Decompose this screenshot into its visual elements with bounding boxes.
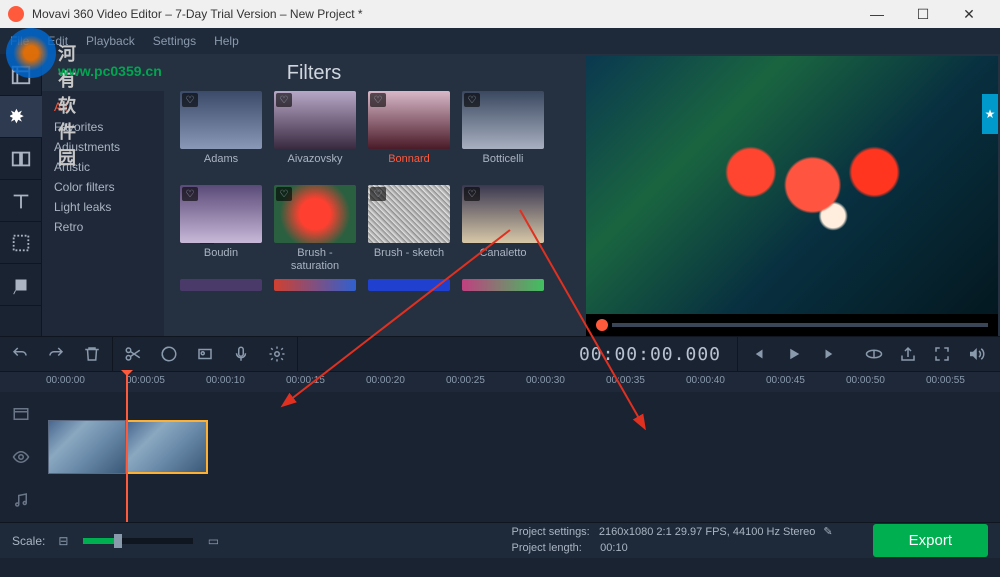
filter-partial[interactable] bbox=[462, 279, 544, 291]
cat-retro[interactable]: Retro bbox=[42, 217, 164, 237]
track-video-icon[interactable] bbox=[0, 392, 42, 435]
heart-icon[interactable]: ♡ bbox=[464, 93, 480, 107]
scale-slider[interactable] bbox=[83, 538, 193, 544]
filter-boudin[interactable]: ♡Boudin bbox=[180, 185, 262, 273]
filter-brush-sketch[interactable]: ♡Brush - sketch bbox=[368, 185, 450, 273]
record-button[interactable] bbox=[229, 342, 253, 366]
fullscreen-button[interactable] bbox=[930, 342, 954, 366]
filter-brush-sat[interactable]: ♡Brush - saturation bbox=[274, 185, 356, 273]
minimize-button[interactable]: — bbox=[854, 0, 900, 28]
properties-button[interactable] bbox=[265, 342, 289, 366]
filter-canaletto[interactable]: ♡Canaletto bbox=[462, 185, 544, 273]
delete-button[interactable] bbox=[80, 342, 104, 366]
filter-bonnard[interactable]: ♡Bonnard bbox=[368, 91, 450, 179]
star-badge[interactable]: ★ bbox=[982, 94, 998, 134]
maximize-button[interactable]: ☐ bbox=[900, 0, 946, 28]
redo-button[interactable] bbox=[44, 342, 68, 366]
project-info: Project settings: 2160x1080 2:1 29.97 FP… bbox=[511, 525, 832, 556]
tool-transitions[interactable] bbox=[0, 138, 42, 180]
menu-help[interactable]: Help bbox=[214, 34, 239, 48]
360-button[interactable] bbox=[862, 342, 886, 366]
preview-panel: ★ bbox=[586, 56, 998, 336]
tool-stickers[interactable] bbox=[0, 222, 42, 264]
preview-playhead[interactable] bbox=[596, 319, 608, 331]
track-audio-icon[interactable] bbox=[0, 478, 42, 521]
cat-adjustments[interactable]: Adjustments bbox=[42, 137, 164, 157]
heart-icon[interactable]: ♡ bbox=[182, 187, 198, 201]
filter-adams[interactable]: ♡Adams bbox=[180, 91, 262, 179]
clip-2[interactable] bbox=[126, 420, 208, 474]
zoom-out-button[interactable]: ⊟ bbox=[51, 529, 75, 553]
menu-edit[interactable]: Edit bbox=[47, 34, 68, 48]
app-icon bbox=[8, 6, 24, 22]
filter-categories: All Favorites Adjustments Artistic Color… bbox=[42, 91, 164, 336]
playhead-marker[interactable] bbox=[126, 372, 128, 392]
preview-image bbox=[586, 56, 998, 314]
timeline-playhead[interactable] bbox=[126, 392, 128, 522]
undo-button[interactable] bbox=[8, 342, 32, 366]
heart-icon[interactable]: ♡ bbox=[464, 187, 480, 201]
preview-track[interactable] bbox=[612, 323, 988, 327]
clip-1[interactable] bbox=[48, 420, 126, 474]
timecode: 00:00:00.000 bbox=[563, 344, 737, 365]
color-button[interactable] bbox=[157, 342, 181, 366]
next-button[interactable] bbox=[818, 342, 842, 366]
heart-icon[interactable]: ♡ bbox=[276, 93, 292, 107]
cat-lightleaks[interactable]: Light leaks bbox=[42, 197, 164, 217]
scale-label: Scale: bbox=[12, 534, 45, 548]
filter-aivazovsky[interactable]: ♡Aivazovsky bbox=[274, 91, 356, 179]
track-visible-icon[interactable] bbox=[0, 435, 42, 478]
filter-botticelli[interactable]: ♡Botticelli bbox=[462, 91, 544, 179]
window-title: Movavi 360 Video Editor – 7-Day Trial Ve… bbox=[32, 7, 854, 21]
tool-filters[interactable] bbox=[0, 96, 42, 138]
heart-icon[interactable]: ♡ bbox=[276, 187, 292, 201]
heart-icon[interactable]: ♡ bbox=[182, 93, 198, 107]
zoom-fit-button[interactable]: ▭ bbox=[201, 529, 225, 553]
cat-all[interactable]: All bbox=[42, 97, 164, 117]
tool-media[interactable] bbox=[0, 54, 42, 96]
edit-settings-icon[interactable]: ✎ bbox=[823, 526, 832, 538]
heart-icon[interactable]: ♡ bbox=[370, 187, 386, 201]
cat-artistic[interactable]: Artistic bbox=[42, 157, 164, 177]
timeline-tracks[interactable] bbox=[42, 392, 1000, 522]
cat-colorfilters[interactable]: Color filters bbox=[42, 177, 164, 197]
heart-icon[interactable]: ♡ bbox=[370, 93, 386, 107]
menu-playback[interactable]: Playback bbox=[86, 34, 135, 48]
export-button[interactable]: Export bbox=[873, 524, 988, 557]
volume-button[interactable] bbox=[964, 342, 988, 366]
tool-callouts[interactable] bbox=[0, 264, 42, 306]
play-button[interactable] bbox=[782, 342, 806, 366]
prev-button[interactable] bbox=[746, 342, 770, 366]
cat-favorites[interactable]: Favorites bbox=[42, 117, 164, 137]
filter-partial[interactable] bbox=[180, 279, 262, 291]
crop-button[interactable] bbox=[193, 342, 217, 366]
panel-title: Filters bbox=[42, 54, 586, 91]
close-button[interactable]: ✕ bbox=[946, 0, 992, 28]
menu-file[interactable]: File bbox=[10, 34, 29, 48]
timeline-ruler[interactable]: 00:00:00 00:00:05 00:00:10 00:00:15 00:0… bbox=[0, 372, 1000, 392]
share-button[interactable] bbox=[896, 342, 920, 366]
split-button[interactable] bbox=[121, 342, 145, 366]
filter-partial[interactable] bbox=[368, 279, 450, 291]
menu-settings[interactable]: Settings bbox=[153, 34, 196, 48]
tool-titles[interactable] bbox=[0, 180, 42, 222]
filter-partial[interactable] bbox=[274, 279, 356, 291]
